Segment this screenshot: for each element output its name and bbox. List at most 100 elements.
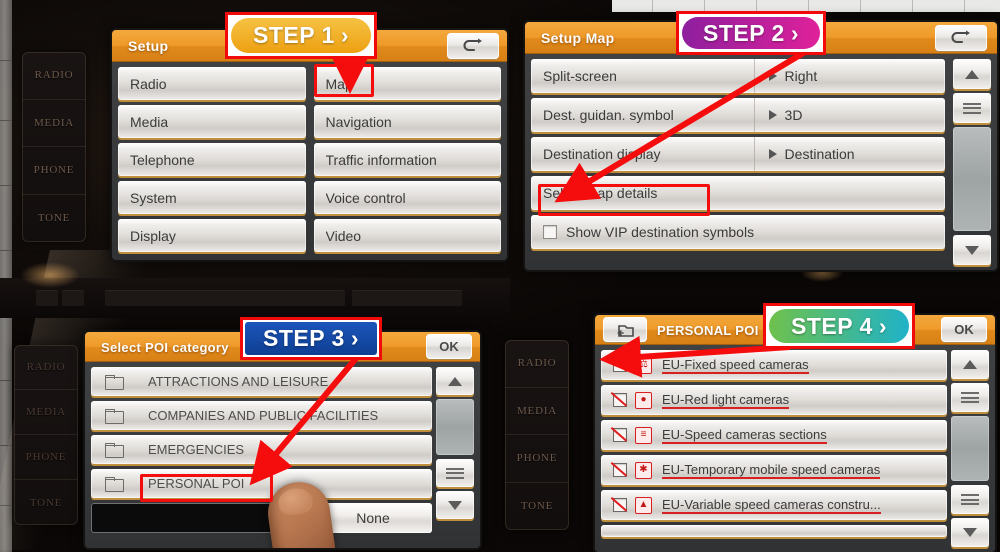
scrollbar-setup-map[interactable] [953, 59, 991, 265]
scroll-track[interactable] [436, 399, 474, 455]
setup-item-media[interactable]: Media [118, 105, 306, 138]
poi-row-partial-next[interactable] [601, 525, 947, 537]
setup-item-telephone[interactable]: Telephone [118, 143, 306, 176]
scrollbar-poi-category[interactable] [436, 367, 474, 519]
hardkey-radio[interactable]: RADIO [22, 52, 86, 100]
step-3-pill: STEP 3 › [245, 322, 377, 355]
hardkey-phone[interactable]: PHONE [14, 435, 78, 480]
scroll-handle-icon[interactable] [436, 459, 474, 487]
poi-row-variable-speed-cameras-construction[interactable]: ▲ EU-Variable speed cameras constru... [601, 490, 947, 520]
ok-button[interactable]: OK [426, 334, 472, 359]
page-title: Setup [128, 38, 169, 54]
hardkey-phone[interactable]: PHONE [22, 147, 86, 195]
panel-setup-map-body: Split-screen Right Dest. guidan. symbol … [525, 54, 997, 270]
folder-icon [105, 477, 124, 492]
hardkey-tone[interactable]: TONE [14, 480, 78, 525]
back-arrow-icon[interactable] [447, 33, 499, 59]
scroll-handle-icon[interactable] [953, 93, 991, 123]
checkbox-eu-red-light-cameras[interactable] [613, 393, 627, 407]
poi-category-personal-poi[interactable]: PERSONAL POI [91, 469, 432, 498]
setup-item-voice-control[interactable]: Voice control [313, 181, 501, 214]
map-row-split-screen[interactable]: Split-screen Right [531, 59, 945, 93]
speed-camera-icon: ⚖ [635, 356, 652, 374]
checkbox-eu-variable-speed-cameras-construction[interactable] [613, 498, 627, 512]
step-3-badge: STEP 3 › [240, 317, 382, 360]
hardkey-media[interactable]: MEDIA [505, 388, 569, 435]
page-title: PERSONAL POI [657, 322, 759, 338]
folder-icon [105, 409, 124, 424]
map-row-dest-guidance-symbol[interactable]: Dest. guidan. symbol 3D [531, 98, 945, 132]
scroll-track[interactable] [953, 127, 991, 231]
setup-item-traffic-information[interactable]: Traffic information [313, 143, 501, 176]
checkbox-eu-fixed-speed-cameras[interactable] [613, 358, 627, 372]
scroll-handle-icon-2[interactable] [951, 485, 989, 514]
scroll-down-icon[interactable] [953, 235, 991, 265]
scroll-handle-icon[interactable] [951, 383, 989, 412]
poi-row-temporary-mobile-speed-cameras[interactable]: ✱ EU-Temporary mobile speed cameras [601, 455, 947, 485]
scroll-track[interactable] [951, 416, 989, 481]
hardkey-column-bottom-center[interactable]: RADIO MEDIA PHONE TONE [505, 340, 569, 530]
checkbox-eu-speed-cameras-sections[interactable] [613, 428, 627, 442]
panel-personal-poi-body: ⚖ EU-Fixed speed cameras ● EU-Red light … [595, 345, 995, 552]
roadworks-cone-icon: ▲ [635, 496, 652, 514]
poi-category-attractions[interactable]: ATTRACTIONS AND LEISURE [91, 367, 432, 396]
step-1-pill: STEP 1 › [231, 18, 371, 53]
hardkey-media[interactable]: MEDIA [22, 100, 86, 147]
ok-button[interactable]: OK [941, 317, 987, 342]
scroll-up-icon[interactable] [951, 350, 989, 379]
setup-item-map[interactable]: Map [313, 67, 501, 100]
hardkey-media[interactable]: MEDIA [14, 390, 78, 435]
step-1-badge: STEP 1 › [225, 12, 377, 59]
back-arrow-icon[interactable] [935, 25, 987, 51]
scroll-up-icon[interactable] [436, 367, 474, 395]
hardkey-phone[interactable]: PHONE [505, 435, 569, 483]
step-4-pill: STEP 4 › [769, 309, 909, 343]
setup-item-system[interactable]: System [118, 181, 306, 214]
scroll-up-icon[interactable] [953, 59, 991, 89]
scroll-down-icon[interactable] [436, 491, 474, 519]
page-title: Select POI category [101, 339, 229, 355]
hardkey-radio[interactable]: RADIO [505, 340, 569, 388]
folder-back-icon[interactable] [603, 317, 647, 342]
step-2-badge: STEP 2 › [676, 11, 826, 55]
hardkey-column-bottom-left[interactable]: RADIO MEDIA PHONE TONE [14, 345, 78, 525]
panel-personal-poi: PERSONAL POI OK ⚖ EU-Fixed speed cameras… [595, 315, 995, 552]
setup-item-video[interactable]: Video [313, 219, 501, 252]
poi-row-red-light-cameras[interactable]: ● EU-Red light cameras [601, 385, 947, 415]
panel-setup-map: Setup Map Split-screen Right Dest. guida… [525, 22, 997, 270]
poi-category-emergencies[interactable]: EMERGENCIES [91, 435, 432, 464]
hardkey-column-top-left[interactable]: RADIO MEDIA PHONE TONE [22, 52, 86, 242]
scrollbar-personal-poi[interactable] [951, 350, 989, 547]
setup-item-display[interactable]: Display [118, 219, 306, 252]
scroll-down-icon[interactable] [951, 518, 989, 547]
poi-row-fixed-speed-cameras[interactable]: ⚖ EU-Fixed speed cameras [601, 350, 947, 380]
panel-select-poi-category: Select POI category OK ATTRACTIONS AND L… [85, 332, 480, 548]
knob-glow-left [20, 262, 80, 288]
panel-setup-body: Radio Media Telephone System Display Map… [112, 62, 507, 260]
poi-category-companies[interactable]: COMPANIES AND PUBLIC FACILITIES [91, 401, 432, 430]
chevron-right-icon [768, 71, 777, 81]
folder-icon [105, 375, 124, 390]
step-2-pill: STEP 2 › [682, 17, 820, 49]
panel-setup: Setup Radio Media Telephone System Displ… [112, 30, 507, 260]
setup-item-navigation[interactable]: Navigation [313, 105, 501, 138]
hardkey-tone[interactable]: TONE [505, 483, 569, 531]
chevron-right-icon: › [790, 19, 799, 46]
chevron-right-icon: › [340, 22, 349, 48]
hardkey-tone[interactable]: TONE [22, 195, 86, 243]
checkbox-eu-temporary-mobile-speed-cameras[interactable] [613, 463, 627, 477]
chevron-right-icon [768, 149, 777, 159]
step-4-badge: STEP 4 › [763, 303, 915, 349]
poi-row-speed-camera-sections[interactable]: ≡ EU-Speed cameras sections [601, 420, 947, 450]
hardkey-radio[interactable]: RADIO [14, 345, 78, 390]
map-row-select-map-details[interactable]: Select map details [531, 176, 945, 210]
map-row-show-vip-symbols[interactable]: Show VIP destination symbols [531, 215, 945, 249]
map-row-destination-display[interactable]: Destination display Destination [531, 137, 945, 171]
setup-left-column: Radio Media Telephone System Display [118, 67, 306, 255]
setup-right-column: Map Navigation Traffic information Voice… [313, 67, 501, 255]
camera-section-icon: ≡ [635, 426, 652, 444]
checkbox-show-vip-destination-symbols[interactable] [543, 225, 557, 239]
setup-item-radio[interactable]: Radio [118, 67, 306, 100]
folder-icon [105, 443, 124, 458]
chevron-right-icon [768, 110, 777, 120]
